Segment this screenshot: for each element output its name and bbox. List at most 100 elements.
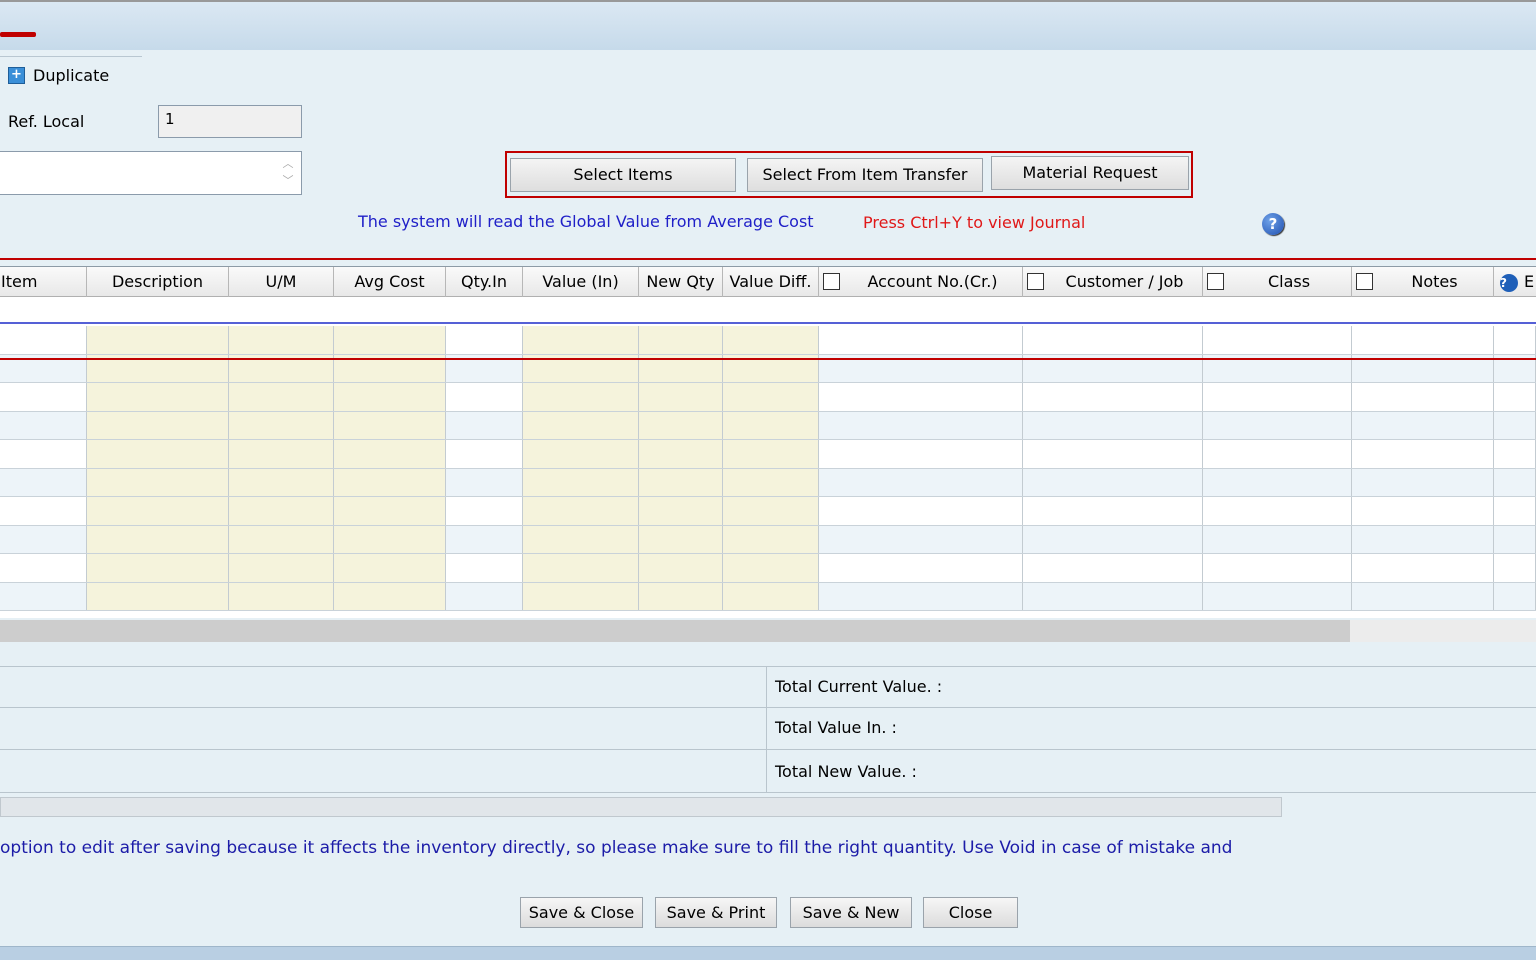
table-cell[interactable] bbox=[639, 383, 723, 411]
help-icon[interactable]: ? bbox=[1262, 213, 1284, 235]
table-row[interactable] bbox=[0, 497, 1536, 526]
table-cell[interactable] bbox=[229, 411, 334, 439]
table-row[interactable] bbox=[0, 440, 1536, 469]
table-cell[interactable] bbox=[1023, 582, 1203, 610]
table-cell[interactable] bbox=[446, 582, 523, 610]
table-cell[interactable] bbox=[1203, 554, 1352, 582]
table-cell[interactable] bbox=[1203, 468, 1352, 496]
save-new-button[interactable]: Save & New bbox=[790, 897, 912, 928]
account-column-checkbox[interactable] bbox=[823, 273, 840, 290]
table-cell[interactable] bbox=[229, 383, 334, 411]
table-cell[interactable] bbox=[723, 554, 819, 582]
table-cell[interactable] bbox=[523, 497, 639, 525]
table-cell[interactable] bbox=[1023, 497, 1203, 525]
table-cell[interactable] bbox=[1494, 440, 1536, 468]
table-cell[interactable] bbox=[0, 411, 87, 439]
table-cell[interactable] bbox=[334, 497, 446, 525]
table-cell[interactable] bbox=[1352, 582, 1494, 610]
table-row[interactable] bbox=[0, 468, 1536, 497]
table-cell[interactable] bbox=[1203, 411, 1352, 439]
table-cell[interactable] bbox=[523, 525, 639, 553]
table-cell[interactable] bbox=[723, 383, 819, 411]
table-cell[interactable] bbox=[0, 326, 87, 354]
column-header-avg-cost[interactable]: Avg Cost bbox=[334, 267, 446, 297]
table-cell[interactable] bbox=[1352, 326, 1494, 354]
column-header-notes[interactable]: Notes bbox=[1352, 267, 1494, 297]
table-cell[interactable] bbox=[723, 326, 819, 354]
table-cell[interactable] bbox=[639, 468, 723, 496]
column-header-new-qty[interactable]: New Qty bbox=[639, 267, 723, 297]
table-cell[interactable] bbox=[87, 554, 229, 582]
table-cell[interactable] bbox=[87, 468, 229, 496]
table-cell[interactable] bbox=[1352, 497, 1494, 525]
table-cell[interactable] bbox=[523, 440, 639, 468]
table-cell[interactable] bbox=[1494, 525, 1536, 553]
table-cell[interactable] bbox=[0, 497, 87, 525]
column-header-value-in[interactable]: Value (In) bbox=[523, 267, 639, 297]
table-cell[interactable] bbox=[819, 554, 1023, 582]
table-row[interactable] bbox=[0, 554, 1536, 583]
table-cell[interactable] bbox=[1023, 326, 1203, 354]
table-cell[interactable] bbox=[639, 554, 723, 582]
table-cell[interactable] bbox=[819, 383, 1023, 411]
table-cell[interactable] bbox=[639, 326, 723, 354]
table-cell[interactable] bbox=[229, 554, 334, 582]
table-cell[interactable] bbox=[446, 554, 523, 582]
table-cell[interactable] bbox=[334, 468, 446, 496]
table-cell[interactable] bbox=[446, 468, 523, 496]
table-cell[interactable] bbox=[0, 440, 87, 468]
table-cell[interactable] bbox=[446, 411, 523, 439]
table-cell[interactable] bbox=[0, 468, 87, 496]
memo-scroll-arrows[interactable]: ︿ ﹀ bbox=[279, 155, 297, 191]
table-cell[interactable] bbox=[334, 440, 446, 468]
table-cell[interactable] bbox=[334, 554, 446, 582]
table-cell[interactable] bbox=[1023, 468, 1203, 496]
table-cell[interactable] bbox=[723, 411, 819, 439]
table-cell[interactable] bbox=[639, 497, 723, 525]
table-cell[interactable] bbox=[334, 411, 446, 439]
table-row[interactable] bbox=[0, 411, 1536, 440]
table-cell[interactable] bbox=[1494, 383, 1536, 411]
table-cell[interactable] bbox=[87, 582, 229, 610]
table-cell[interactable] bbox=[0, 554, 87, 582]
table-cell[interactable] bbox=[639, 440, 723, 468]
table-cell[interactable] bbox=[229, 440, 334, 468]
save-print-button[interactable]: Save & Print bbox=[655, 897, 777, 928]
table-cell[interactable] bbox=[819, 582, 1023, 610]
table-cell[interactable] bbox=[523, 554, 639, 582]
table-row[interactable] bbox=[0, 582, 1536, 611]
table-cell[interactable] bbox=[639, 582, 723, 610]
table-cell[interactable] bbox=[87, 497, 229, 525]
column-header-um[interactable]: U/M bbox=[229, 267, 334, 297]
select-items-button[interactable]: Select Items bbox=[510, 158, 736, 192]
column-header-extra[interactable]: ? E bbox=[1494, 267, 1536, 297]
table-cell[interactable] bbox=[1203, 582, 1352, 610]
table-cell[interactable] bbox=[723, 468, 819, 496]
table-cell[interactable] bbox=[334, 582, 446, 610]
table-cell[interactable] bbox=[1203, 440, 1352, 468]
table-row[interactable] bbox=[0, 525, 1536, 554]
table-cell[interactable] bbox=[334, 383, 446, 411]
table-cell[interactable] bbox=[1203, 326, 1352, 354]
table-cell[interactable] bbox=[1494, 497, 1536, 525]
table-cell[interactable] bbox=[0, 525, 87, 553]
table-row[interactable] bbox=[0, 326, 1536, 355]
table-cell[interactable] bbox=[1352, 411, 1494, 439]
table-cell[interactable] bbox=[334, 525, 446, 553]
ref-local-input[interactable]: 1 bbox=[158, 105, 302, 138]
table-cell[interactable] bbox=[446, 440, 523, 468]
select-from-item-transfer-button[interactable]: Select From Item Transfer bbox=[747, 158, 983, 192]
table-cell[interactable] bbox=[446, 383, 523, 411]
customer-column-checkbox[interactable] bbox=[1027, 273, 1044, 290]
table-cell[interactable] bbox=[1352, 468, 1494, 496]
notes-column-checkbox[interactable] bbox=[1356, 273, 1373, 290]
notes-scrollbar[interactable] bbox=[0, 797, 1282, 817]
table-cell[interactable] bbox=[1023, 411, 1203, 439]
duplicate-toggle[interactable]: + Duplicate bbox=[8, 66, 109, 85]
help-icon[interactable]: ? bbox=[1500, 274, 1518, 292]
table-cell[interactable] bbox=[819, 468, 1023, 496]
table-cell[interactable] bbox=[1494, 582, 1536, 610]
table-cell[interactable] bbox=[723, 440, 819, 468]
table-cell[interactable] bbox=[229, 525, 334, 553]
material-request-button[interactable]: Material Request bbox=[991, 156, 1189, 190]
